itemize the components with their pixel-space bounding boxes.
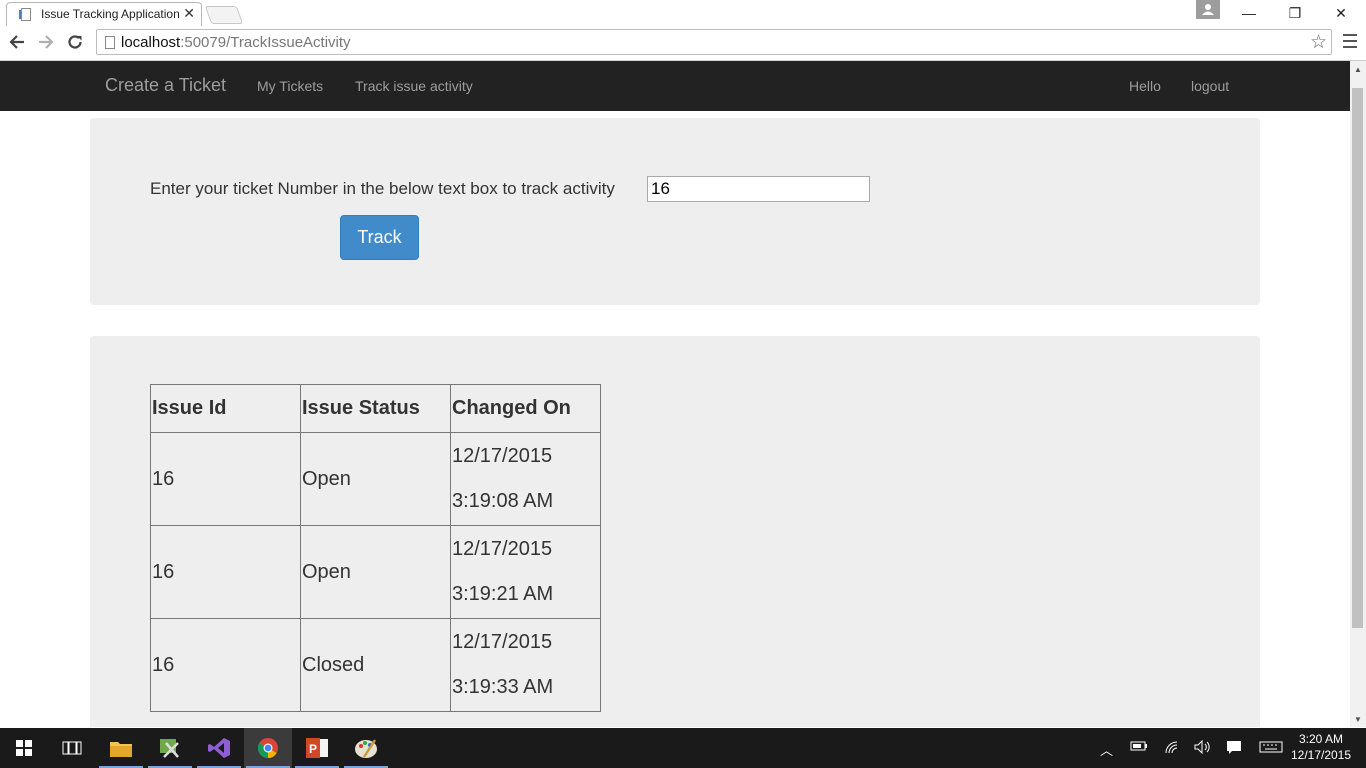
volume-icon[interactable] [1194,739,1212,757]
nav-track-issue-activity[interactable]: Track issue activity [355,78,473,94]
activity-panel: Issue Id Issue Status Changed On 16 Open… [90,336,1260,727]
scroll-down-icon[interactable]: ▼ [1354,715,1362,724]
back-arrow-icon[interactable] [7,33,27,53]
url-text: localhost:50079/TrackIssueActivity [121,34,351,51]
changed-time: 3:19:08 AM [452,490,554,512]
cell-issue-id: 16 [150,432,301,526]
clock-date: 12/17/2015 [1290,748,1352,762]
table-row: 16 Open 12/17/2015 3:19:08 AM [150,432,601,526]
chrome-icon[interactable] [244,728,292,768]
action-center-icon[interactable] [1226,740,1242,757]
track-button[interactable]: Track [340,215,419,260]
ticket-prompt-label: Enter your ticket Number in the below te… [150,179,615,198]
reload-icon[interactable] [65,33,85,53]
page-scrollbar[interactable]: ▲ ▼ [1350,61,1366,727]
browser-menu-icon[interactable] [1343,34,1357,50]
page-viewport: Create a Ticket My Tickets Track issue a… [0,61,1350,727]
tab-strip: Issue Tracking Application ✕ — ❐ ✕ [0,0,1366,26]
cell-changed-on: 12/17/2015 3:19:21 AM [450,525,601,619]
tab-close-icon[interactable]: ✕ [183,5,195,22]
nav-my-tickets[interactable]: My Tickets [257,78,323,94]
header-changed-on: Changed On [450,384,601,433]
cell-issue-status: Open [300,432,451,526]
changed-time: 3:19:21 AM [452,583,554,605]
browser-toolbar: localhost:50079/TrackIssueActivity ☆ [0,26,1366,61]
file-explorer-icon[interactable] [97,728,145,768]
profile-icon[interactable] [1196,0,1220,19]
track-form-panel: Enter your ticket Number in the below te… [90,118,1260,305]
start-button[interactable] [0,728,48,768]
cell-issue-status: Open [300,525,451,619]
url-host: localhost [121,34,181,51]
scrollbar-thumb[interactable] [1352,88,1363,628]
task-view-icon[interactable] [48,728,96,768]
keyboard-icon[interactable] [1259,740,1283,757]
header-issue-id: Issue Id [150,384,301,433]
bookmark-star-icon[interactable]: ☆ [1310,31,1327,54]
address-bar[interactable]: localhost:50079/TrackIssueActivity ☆ [96,29,1332,55]
url-path: :50079/TrackIssueActivity [180,34,351,51]
changed-date: 12/17/2015 [452,445,553,467]
changed-date: 12/17/2015 [452,631,553,653]
page-icon [105,36,115,49]
system-clock[interactable]: 3:20 AM 12/17/2015 [1290,731,1352,763]
cell-changed-on: 12/17/2015 3:19:08 AM [450,432,601,526]
navbar-brand-link[interactable]: Create a Ticket [105,75,226,96]
page-favicon-icon [19,8,31,21]
close-window-button[interactable]: ✕ [1318,2,1364,24]
changed-date: 12/17/2015 [452,538,553,560]
visual-studio-icon[interactable] [195,728,243,768]
cell-changed-on: 12/17/2015 3:19:33 AM [450,618,601,712]
site-navbar: Create a Ticket My Tickets Track issue a… [0,61,1350,111]
paint-icon[interactable] [342,728,390,768]
scroll-up-icon[interactable]: ▲ [1354,65,1362,74]
cell-issue-id: 16 [150,525,301,619]
cell-issue-id: 16 [150,618,301,712]
windows-logo-icon [16,740,32,756]
tools-icon[interactable] [146,728,194,768]
nav-hello[interactable]: Hello [1129,78,1161,94]
table-header-row: Issue Id Issue Status Changed On [150,384,601,433]
show-hidden-icons-chevron-icon[interactable]: ︿ [1100,740,1113,759]
tab-title: Issue Tracking Application [41,7,180,21]
svg-text:P: P [309,742,317,756]
wifi-icon[interactable] [1164,740,1180,757]
clock-time: 3:20 AM [1298,732,1344,746]
activity-table: Issue Id Issue Status Changed On 16 Open… [150,384,601,712]
windows-taskbar: P ︿ 3:20 AM 12/17/2015 [0,728,1366,768]
powerpoint-icon[interactable]: P [293,728,341,768]
minimize-button[interactable]: — [1226,2,1272,24]
restore-button[interactable]: ❐ [1272,2,1318,24]
browser-tab[interactable]: Issue Tracking Application ✕ [6,2,202,26]
header-issue-status: Issue Status [300,384,451,433]
table-row: 16 Closed 12/17/2015 3:19:33 AM [150,618,601,712]
battery-icon[interactable] [1130,740,1148,755]
ticket-number-input[interactable] [647,176,870,202]
new-tab-button[interactable] [204,6,244,24]
table-row: 16 Open 12/17/2015 3:19:21 AM [150,525,601,619]
cell-issue-status: Closed [300,618,451,712]
nav-logout[interactable]: logout [1191,78,1229,94]
forward-arrow-icon[interactable] [36,33,56,53]
changed-time: 3:19:33 AM [452,676,554,698]
